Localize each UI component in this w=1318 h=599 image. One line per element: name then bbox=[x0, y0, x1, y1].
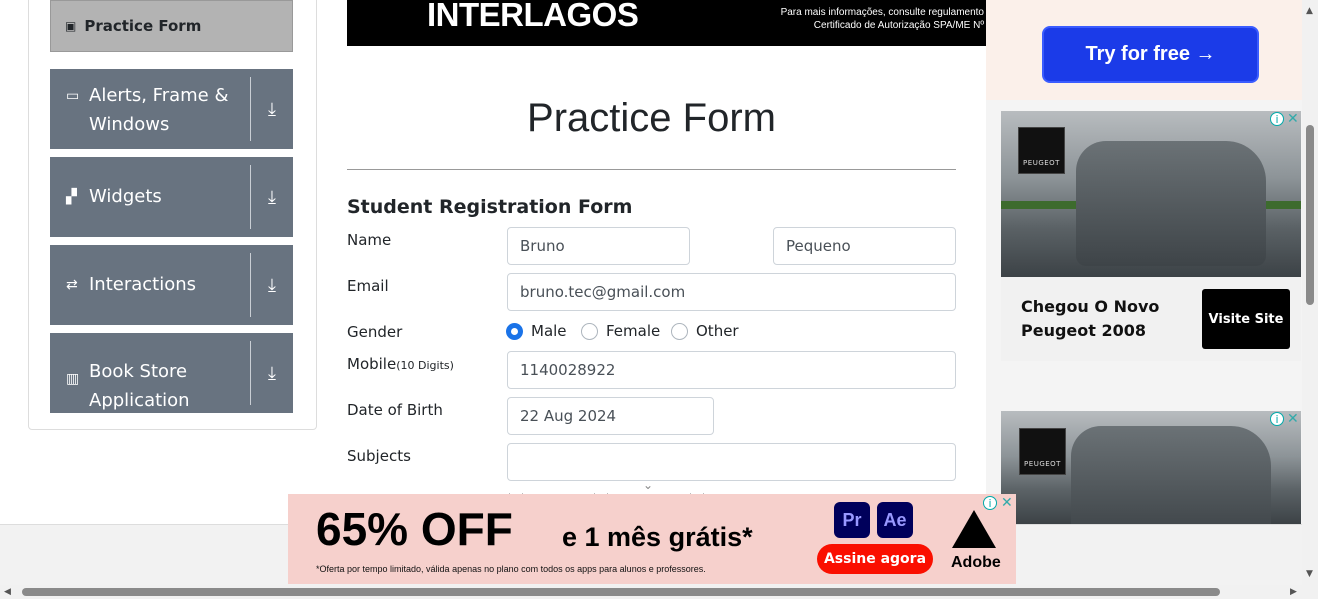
interactions-icon: ⇄ bbox=[66, 277, 78, 293]
radio-icon[interactable] bbox=[581, 322, 598, 340]
gender-radio-male[interactable]: Male bbox=[506, 322, 567, 340]
group-label-line2: Windows bbox=[89, 114, 170, 135]
peugeot-ad-text[interactable]: Chegou O Novo Peugeot 2008 Visite Site bbox=[1001, 277, 1301, 361]
form-subtitle: Student Registration Form bbox=[347, 196, 633, 218]
scroll-left-icon[interactable]: ◀ bbox=[4, 587, 11, 597]
peugeot-logo: PEUGEOT bbox=[1018, 127, 1065, 174]
assine-agora-button[interactable]: Assine agora bbox=[817, 544, 933, 574]
mobile-hint: (10 Digits) bbox=[396, 359, 454, 372]
banner-fine-line2: Certificado de Autorização SPA/ME Nº bbox=[813, 20, 984, 31]
radio-label: Other bbox=[696, 322, 739, 340]
ad-close-icon[interactable]: ✕ bbox=[1001, 496, 1013, 510]
group-label: Interactions bbox=[89, 274, 197, 295]
adobe-logo-icon bbox=[951, 510, 996, 548]
sidebar-group-widgets[interactable]: ▞ Widgets ⤓ bbox=[50, 157, 293, 237]
chevron-down-icon: ⌄ bbox=[643, 478, 654, 492]
radio-label: Female bbox=[606, 322, 661, 340]
premiere-pro-icon: Pr bbox=[834, 502, 870, 538]
download-icon[interactable]: ⤓ bbox=[250, 77, 293, 141]
last-name-input[interactable]: Pequeno bbox=[773, 227, 956, 265]
sidebar-item-label: Practice Form bbox=[84, 17, 202, 35]
ad-close-icon[interactable]: ✕ bbox=[1287, 412, 1299, 426]
group-label: Widgets bbox=[89, 186, 162, 207]
radio-selected-icon[interactable] bbox=[506, 322, 523, 340]
bottom-adobe-ad[interactable]: 65% OFF e 1 mês grátis* *Oferta por temp… bbox=[288, 494, 1016, 584]
download-icon[interactable]: ⤓ bbox=[250, 341, 293, 405]
group-label-line1: Alerts, Frame & bbox=[89, 85, 229, 106]
horizontal-scrollbar-thumb[interactable] bbox=[22, 588, 1220, 596]
peugeot-headline-line2: Peugeot 2008 bbox=[1021, 321, 1147, 340]
peugeot-headline-line1: Chegou O Novo bbox=[1021, 297, 1160, 316]
try-for-free-button[interactable]: Try for free → bbox=[1042, 26, 1259, 83]
sidebar-item-practice-form[interactable]: ▣ Practice Form bbox=[50, 0, 293, 52]
download-icon[interactable]: ⤓ bbox=[250, 253, 293, 317]
banner-fine-print: Para mais informações, consulte regulame… bbox=[781, 6, 984, 32]
sidebar-group-interactions[interactable]: ⇄ Interactions ⤓ bbox=[50, 245, 293, 325]
scroll-right-icon[interactable]: ▶ bbox=[1290, 587, 1297, 597]
banner-fine-line1: Para mais informações, consulte regulame… bbox=[780, 7, 984, 18]
after-effects-icon: Ae bbox=[877, 502, 913, 538]
adobe-logo-text: Adobe bbox=[951, 554, 1001, 571]
dob-label: Date of Birth bbox=[347, 401, 443, 419]
html5-icon: ▣ bbox=[65, 19, 77, 33]
car-shape bbox=[1071, 426, 1271, 524]
ad-fine-print: *Oferta por tempo limitado, válida apena… bbox=[316, 564, 706, 574]
radio-icon[interactable] bbox=[671, 322, 688, 340]
name-label: Name bbox=[347, 231, 392, 249]
visite-site-button[interactable]: Visite Site bbox=[1202, 289, 1290, 349]
first-name-input[interactable]: Bruno bbox=[507, 227, 690, 265]
mobile-input[interactable]: 1140028922 bbox=[507, 351, 956, 389]
mobile-label: Mobile(10 Digits) bbox=[347, 355, 454, 373]
date-of-birth-input[interactable]: 22 Aug 2024 bbox=[507, 397, 714, 435]
ad-close-icon[interactable]: ✕ bbox=[1287, 112, 1299, 126]
ad-discount: 65% OFF bbox=[316, 503, 513, 555]
top-banner-ad[interactable]: INTERLAGOS Para mais informações, consul… bbox=[347, 0, 986, 46]
subjects-label: Subjects bbox=[347, 447, 411, 465]
sidebar-group-book-store-application[interactable]: ▥ Book Store Application ⤓ bbox=[50, 333, 293, 413]
ad-offer: e 1 mês grátis* bbox=[562, 522, 753, 552]
gender-label: Gender bbox=[347, 323, 403, 341]
download-icon[interactable]: ⤓ bbox=[250, 165, 293, 229]
ad-info-icon[interactable]: i bbox=[1270, 412, 1284, 426]
gender-radio-female[interactable]: Female bbox=[581, 322, 660, 340]
subjects-input[interactable] bbox=[507, 443, 956, 481]
peugeot-logo: PEUGEOT bbox=[1019, 428, 1066, 475]
email-input[interactable]: bruno.tec@gmail.com bbox=[507, 273, 956, 311]
ad-info-icon[interactable]: i bbox=[983, 496, 997, 510]
banner-brand: INTERLAGOS bbox=[427, 0, 639, 33]
ad-info-icon[interactable]: i bbox=[1270, 112, 1284, 126]
vertical-scrollbar-thumb[interactable] bbox=[1306, 125, 1314, 305]
car-shape bbox=[1076, 141, 1266, 266]
window-icon: ▭ bbox=[66, 88, 80, 104]
group-label-line2: Application bbox=[89, 390, 190, 411]
gender-radio-other[interactable]: Other bbox=[671, 322, 739, 340]
divider bbox=[347, 169, 956, 170]
group-label-line1: Book Store bbox=[89, 361, 188, 382]
widgets-icon: ▞ bbox=[66, 189, 77, 205]
email-label: Email bbox=[347, 277, 389, 295]
peugeot-headline: Chegou O Novo Peugeot 2008 bbox=[1021, 295, 1159, 343]
books-icon: ▥ bbox=[66, 371, 80, 387]
mobile-label-text: Mobile bbox=[347, 355, 397, 373]
adobe-logo: Adobe bbox=[951, 510, 1001, 572]
scroll-up-icon[interactable]: ▲ bbox=[1306, 6, 1313, 16]
page-title: Practice Form bbox=[527, 96, 776, 140]
sidebar-group-alerts-frame-windows[interactable]: ▭ Alerts, Frame & Windows ⤓ bbox=[50, 69, 293, 149]
scroll-down-icon[interactable]: ▼ bbox=[1306, 569, 1313, 579]
radio-label: Male bbox=[531, 322, 567, 340]
